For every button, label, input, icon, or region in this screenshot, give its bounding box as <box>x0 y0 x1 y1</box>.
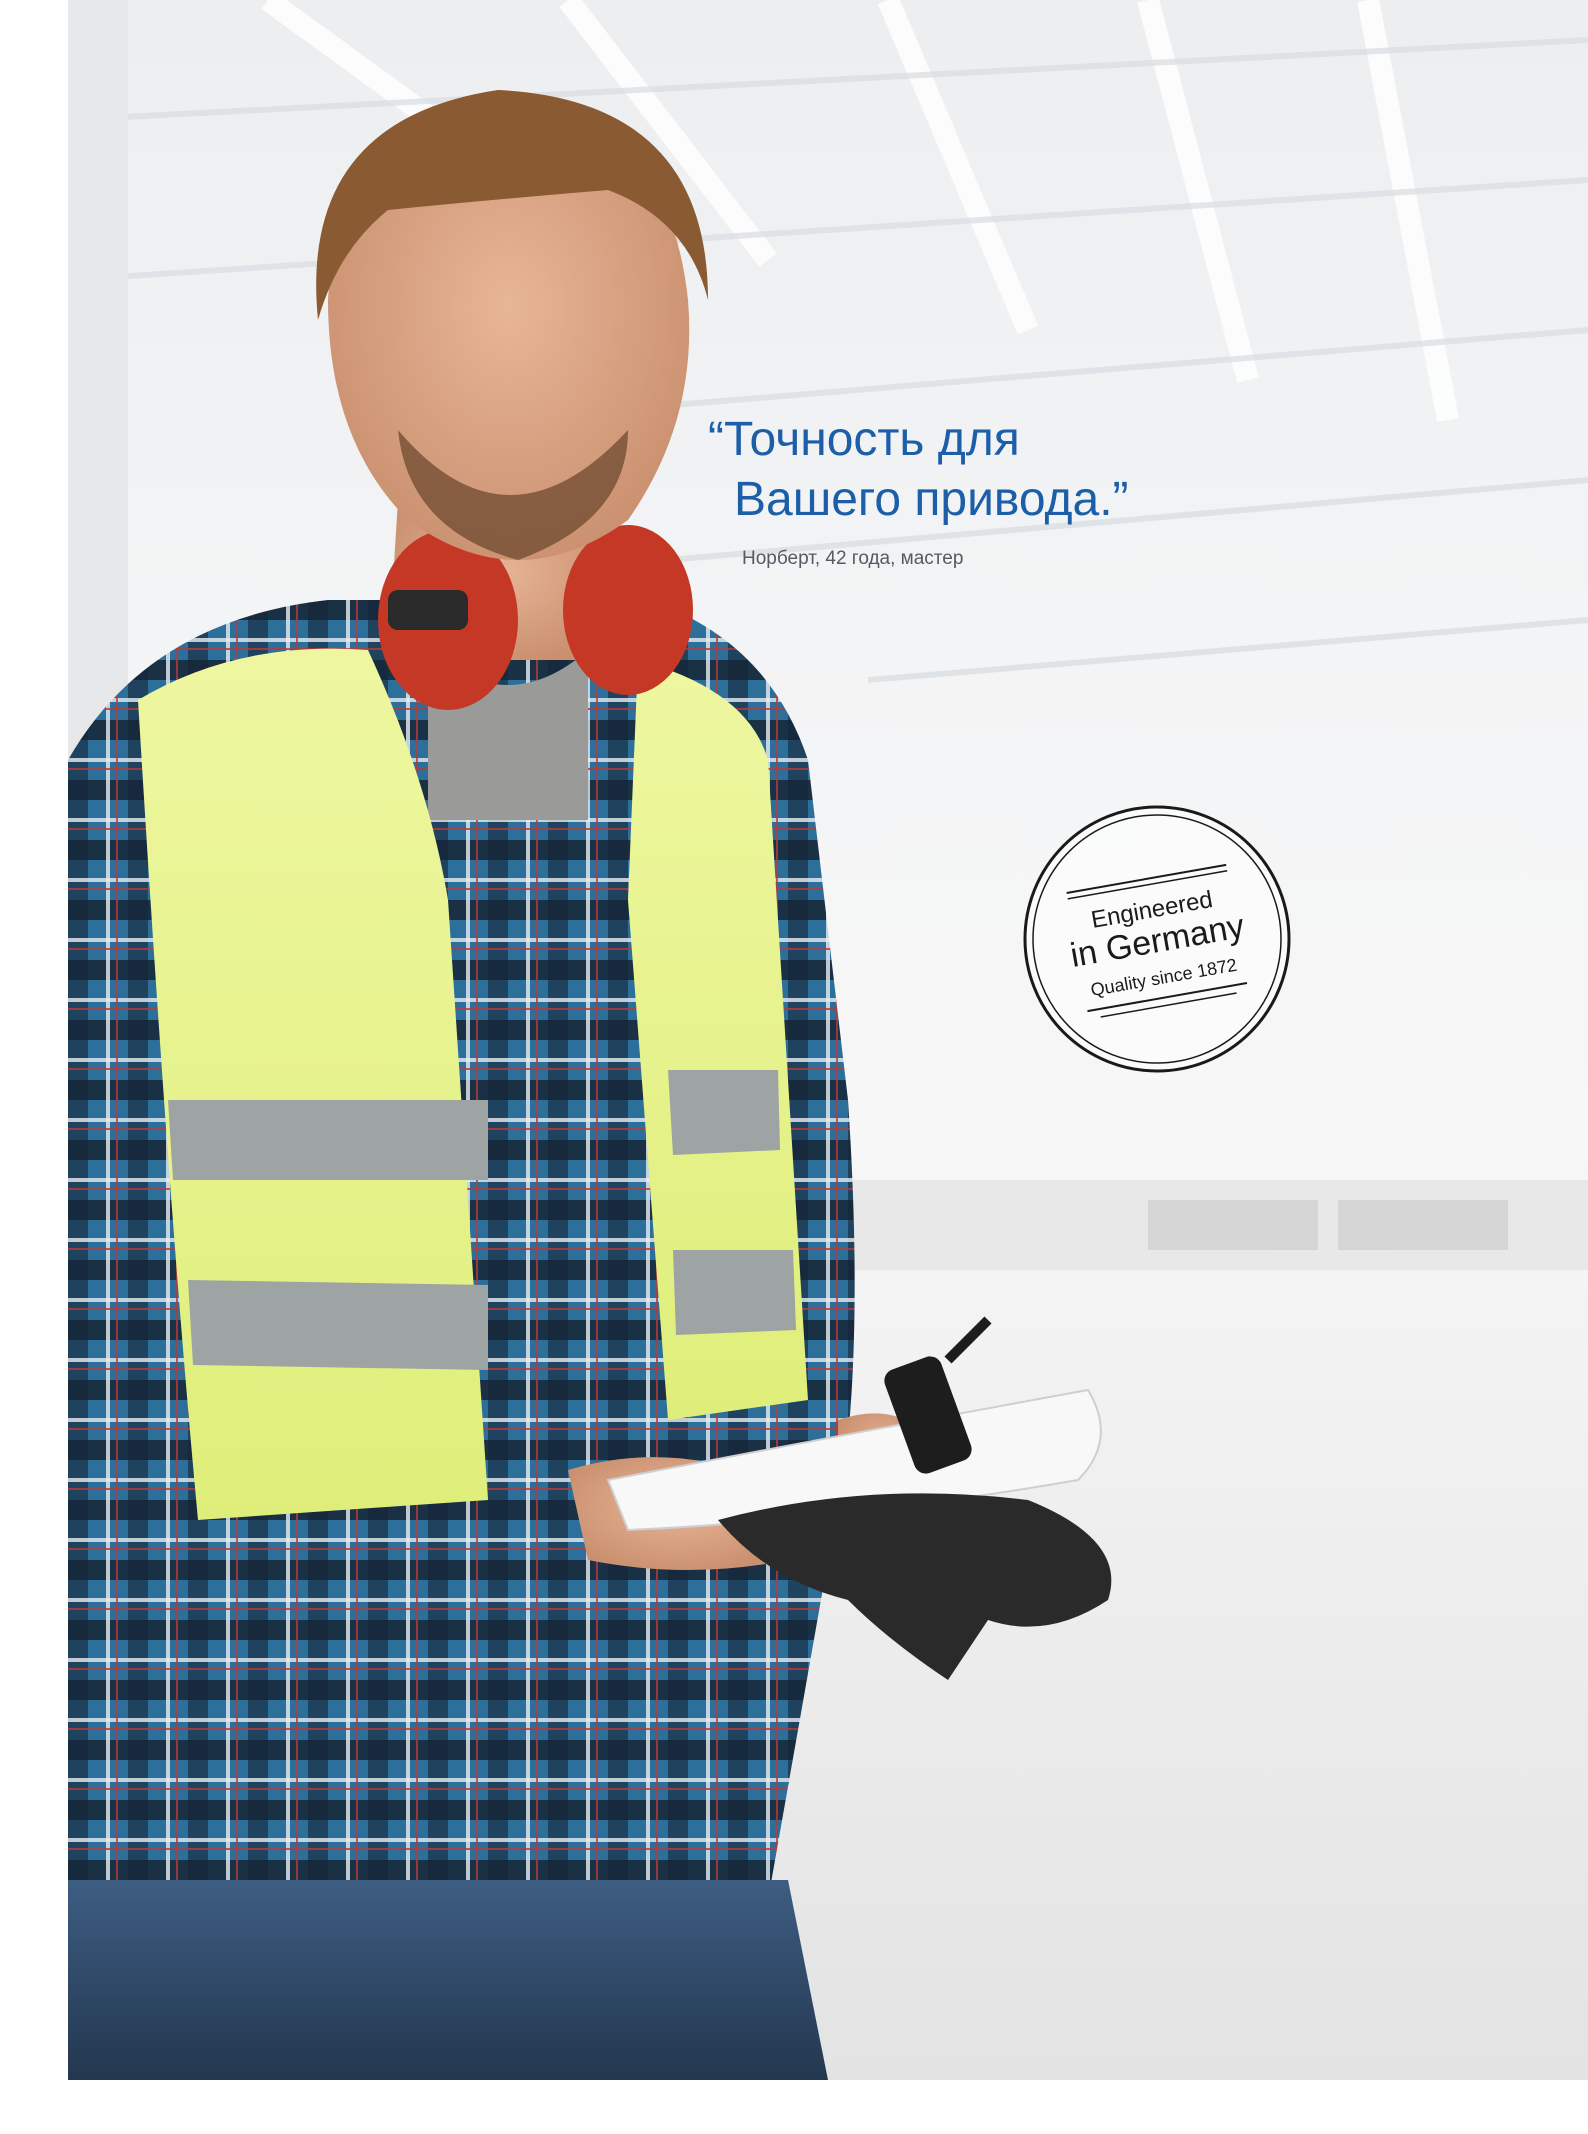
worker-photo <box>68 0 1588 2080</box>
testimonial-quote: “Точность для Вашего привода.” <box>708 410 1468 530</box>
warehouse-scene-illustration <box>68 0 1588 2080</box>
poster-page: “Точность для Вашего привода.” Норберт, … <box>0 0 1588 2134</box>
quote-attribution: Норберт, 42 года, мастер <box>742 548 964 569</box>
quote-line-1: “Точность для <box>708 413 1020 466</box>
quote-line-2: Вашего привода.” <box>734 473 1129 526</box>
engineered-in-germany-stamp: Engineered in Germany Quality since 1872 <box>1023 805 1291 1073</box>
